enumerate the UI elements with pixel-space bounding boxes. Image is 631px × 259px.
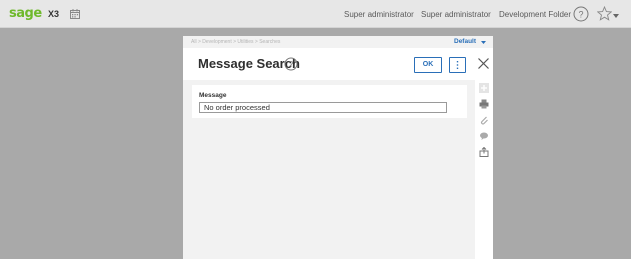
top-bar: sage X3 Super administrator Super admini… — [0, 0, 631, 28]
message-search-dialog: All > Development > Utilities > Searches… — [183, 36, 493, 259]
svg-text:?: ? — [289, 60, 294, 69]
side-toolbar — [475, 80, 493, 259]
plus-icon[interactable] — [479, 83, 489, 93]
criteria-section: Message No order processed — [192, 85, 467, 118]
more-vertical-icon — [456, 61, 459, 69]
product-name[interactable]: X3 — [48, 9, 59, 19]
help-icon[interactable]: ? — [573, 6, 589, 22]
comment-icon[interactable] — [479, 131, 489, 141]
sage-logo[interactable]: sage — [9, 6, 42, 21]
ok-button[interactable]: OK — [414, 57, 442, 73]
breadcrumb-bar: All > Development > Utilities > Searches… — [183, 36, 493, 48]
svg-text:?: ? — [578, 10, 583, 20]
dialog-content: Message No order processed — [183, 80, 475, 259]
help-icon[interactable]: ? — [284, 57, 298, 71]
view-selector[interactable]: Default — [454, 38, 476, 45]
calendar-icon[interactable] — [70, 9, 80, 19]
export-icon[interactable] — [479, 147, 489, 157]
breadcrumb[interactable]: All > Development > Utilities > Searches — [191, 39, 280, 45]
close-icon[interactable] — [477, 57, 490, 70]
chevron-down-icon[interactable] — [481, 41, 486, 45]
attachment-icon[interactable] — [479, 115, 489, 125]
message-label: Message — [199, 92, 227, 99]
print-icon[interactable] — [479, 99, 489, 109]
user-name[interactable]: Super administrator — [344, 10, 414, 19]
message-field[interactable]: No order processed — [199, 102, 447, 113]
folder-name[interactable]: Development Folder — [499, 10, 571, 19]
star-icon[interactable] — [597, 6, 612, 21]
more-actions-button[interactable] — [449, 57, 466, 73]
role-name[interactable]: Super administrator — [421, 10, 491, 19]
caret-down-icon[interactable] — [613, 13, 619, 19]
